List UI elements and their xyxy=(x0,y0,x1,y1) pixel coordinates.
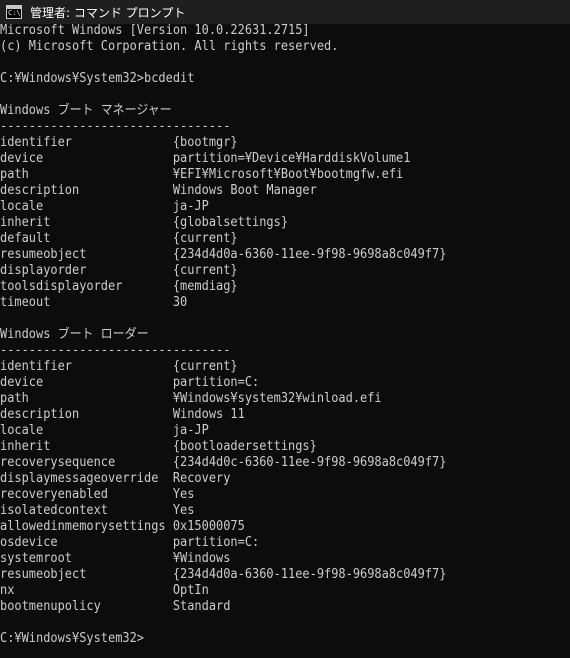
console-line: locale ja-JP xyxy=(0,423,209,438)
console-line: isolatedcontext Yes xyxy=(0,503,195,518)
console-line: systemroot ¥Windows xyxy=(0,551,231,566)
console-line: recoverysequence {234d4d0c-6360-11ee-9f9… xyxy=(0,455,447,470)
title-bar[interactable]: C:\ 管理者: コマンド プロンプト xyxy=(0,0,570,24)
console-line: allowedinmemorysettings 0x15000075 xyxy=(0,519,245,534)
console-line: default {current} xyxy=(0,231,238,246)
console-line: resumeobject {234d4d0a-6360-11ee-9f98-96… xyxy=(0,247,447,262)
console-line: (c) Microsoft Corporation. All rights re… xyxy=(0,39,339,54)
cmd-icon-glyph: C:\ xyxy=(8,9,21,17)
console-line: -------------------------------- xyxy=(0,343,231,358)
console-line: displaymessageoverride Recovery xyxy=(0,471,231,486)
console-line: description Windows 11 xyxy=(0,407,245,422)
console-line: C:¥Windows¥System32> xyxy=(0,631,145,646)
console-line: resumeobject {234d4d0a-6360-11ee-9f98-96… xyxy=(0,567,447,582)
console-line: device partition=¥Device¥HarddiskVolume1 xyxy=(0,151,411,166)
console-line: C:¥Windows¥System32>bcdedit xyxy=(0,71,195,86)
console-line: recoveryenabled Yes xyxy=(0,487,195,502)
console-line: Windows ブート ローダー xyxy=(0,327,149,342)
console-line: toolsdisplayorder {memdiag} xyxy=(0,279,238,294)
console-line: nx OptIn xyxy=(0,583,209,598)
console-line: bootmenupolicy Standard xyxy=(0,599,231,614)
console-line: path ¥EFI¥Microsoft¥Boot¥bootmgfw.efi xyxy=(0,167,404,182)
console-line: device partition=C: xyxy=(0,375,260,390)
console-line: locale ja-JP xyxy=(0,199,209,214)
console-line: osdevice partition=C: xyxy=(0,535,260,550)
console-line: -------------------------------- xyxy=(0,119,231,134)
console-line: Windows ブート マネージャー xyxy=(0,103,172,118)
console-line: displayorder {current} xyxy=(0,263,238,278)
console-line: path ¥Windows¥system32¥winload.efi xyxy=(0,391,382,406)
console-output[interactable]: Microsoft Windows [Version 10.0.22631.27… xyxy=(0,23,570,647)
console-line: inherit {bootloadersettings} xyxy=(0,439,317,454)
console-line: identifier {current} xyxy=(0,359,238,374)
console-line: inherit {globalsettings} xyxy=(0,215,289,230)
console-line: timeout 30 xyxy=(0,295,188,310)
window-title: 管理者: コマンド プロンプト xyxy=(30,5,186,20)
console-line: description Windows Boot Manager xyxy=(0,183,317,198)
cmd-icon: C:\ xyxy=(6,5,22,19)
console-line: identifier {bootmgr} xyxy=(0,135,238,150)
console-line: Microsoft Windows [Version 10.0.22631.27… xyxy=(0,23,310,38)
